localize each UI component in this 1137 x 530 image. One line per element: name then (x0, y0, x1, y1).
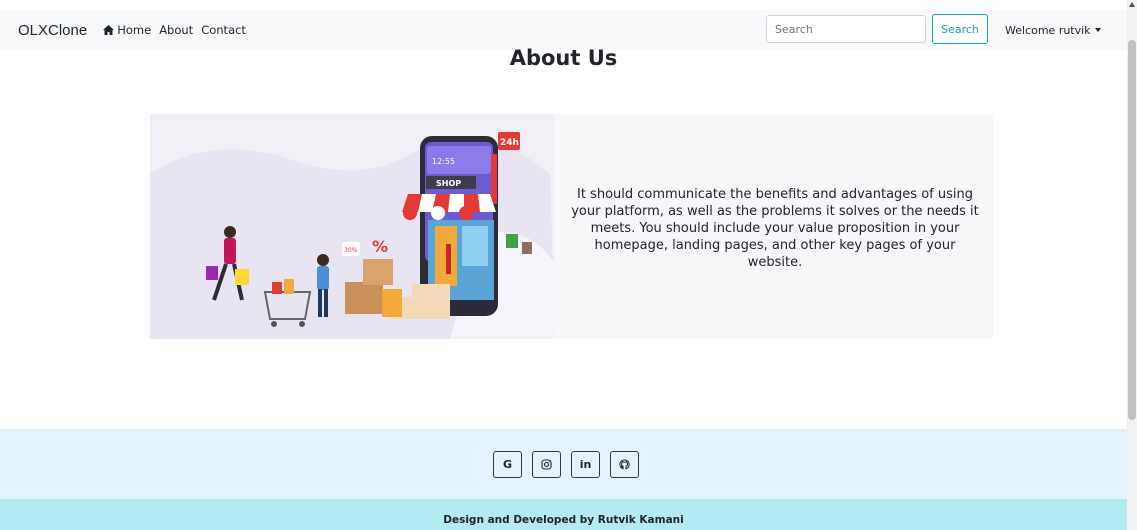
nav-link-label: Home (117, 23, 152, 37)
shopping-illustration: 12:55 24h SHOP % 30% (150, 114, 555, 339)
caret-down-icon (1094, 28, 1101, 32)
page-title: About Us (509, 46, 618, 70)
footer-credit-bar: Design and Developed by Rutvik Kamani (0, 499, 1127, 530)
github-icon (619, 459, 630, 470)
nav-link-home[interactable]: Home (103, 23, 151, 37)
nav-link-contact[interactable]: Contact (201, 23, 246, 37)
scroll-up-arrow-icon[interactable] (1129, 2, 1135, 7)
instagram-link-button[interactable] (532, 451, 561, 478)
scrollbar-thumb[interactable] (1128, 40, 1136, 420)
user-menu-label: Welcome rutvik (1005, 23, 1091, 37)
about-section: 12:55 24h SHOP % 30% It should communica… (150, 114, 993, 339)
nav-link-about[interactable]: About (159, 23, 193, 37)
linkedin-link-button[interactable]: in (571, 451, 600, 478)
badge-24h: 24h (500, 138, 519, 148)
vertical-scrollbar[interactable] (1127, 0, 1137, 530)
percent-sign: % (372, 237, 388, 256)
google-link-button[interactable]: G (493, 451, 522, 478)
navbar: OLXClone Home About Contact Search Welco… (0, 10, 1127, 50)
search-button[interactable]: Search (932, 14, 988, 44)
about-description: It should communicate the benefits and a… (571, 187, 979, 270)
phone-time: 12:55 (432, 157, 455, 166)
brand-logo[interactable]: OLXClone (18, 22, 87, 39)
github-link-button[interactable] (610, 451, 639, 478)
user-menu-dropdown[interactable]: Welcome rutvik (1005, 10, 1101, 50)
search-input[interactable] (766, 15, 926, 43)
footer-social-section: G in (0, 429, 1127, 499)
google-icon: G (502, 458, 513, 471)
instagram-icon (541, 459, 552, 470)
linkedin-icon: in (579, 458, 592, 471)
discount-tag: 30% (344, 247, 358, 254)
shop-sign: SHOP (436, 179, 461, 188)
footer-credit: Design and Developed by Rutvik Kamani (443, 513, 684, 526)
home-icon (103, 25, 115, 35)
online-shop-illustration: 12:55 24h SHOP % 30% (150, 132, 555, 339)
